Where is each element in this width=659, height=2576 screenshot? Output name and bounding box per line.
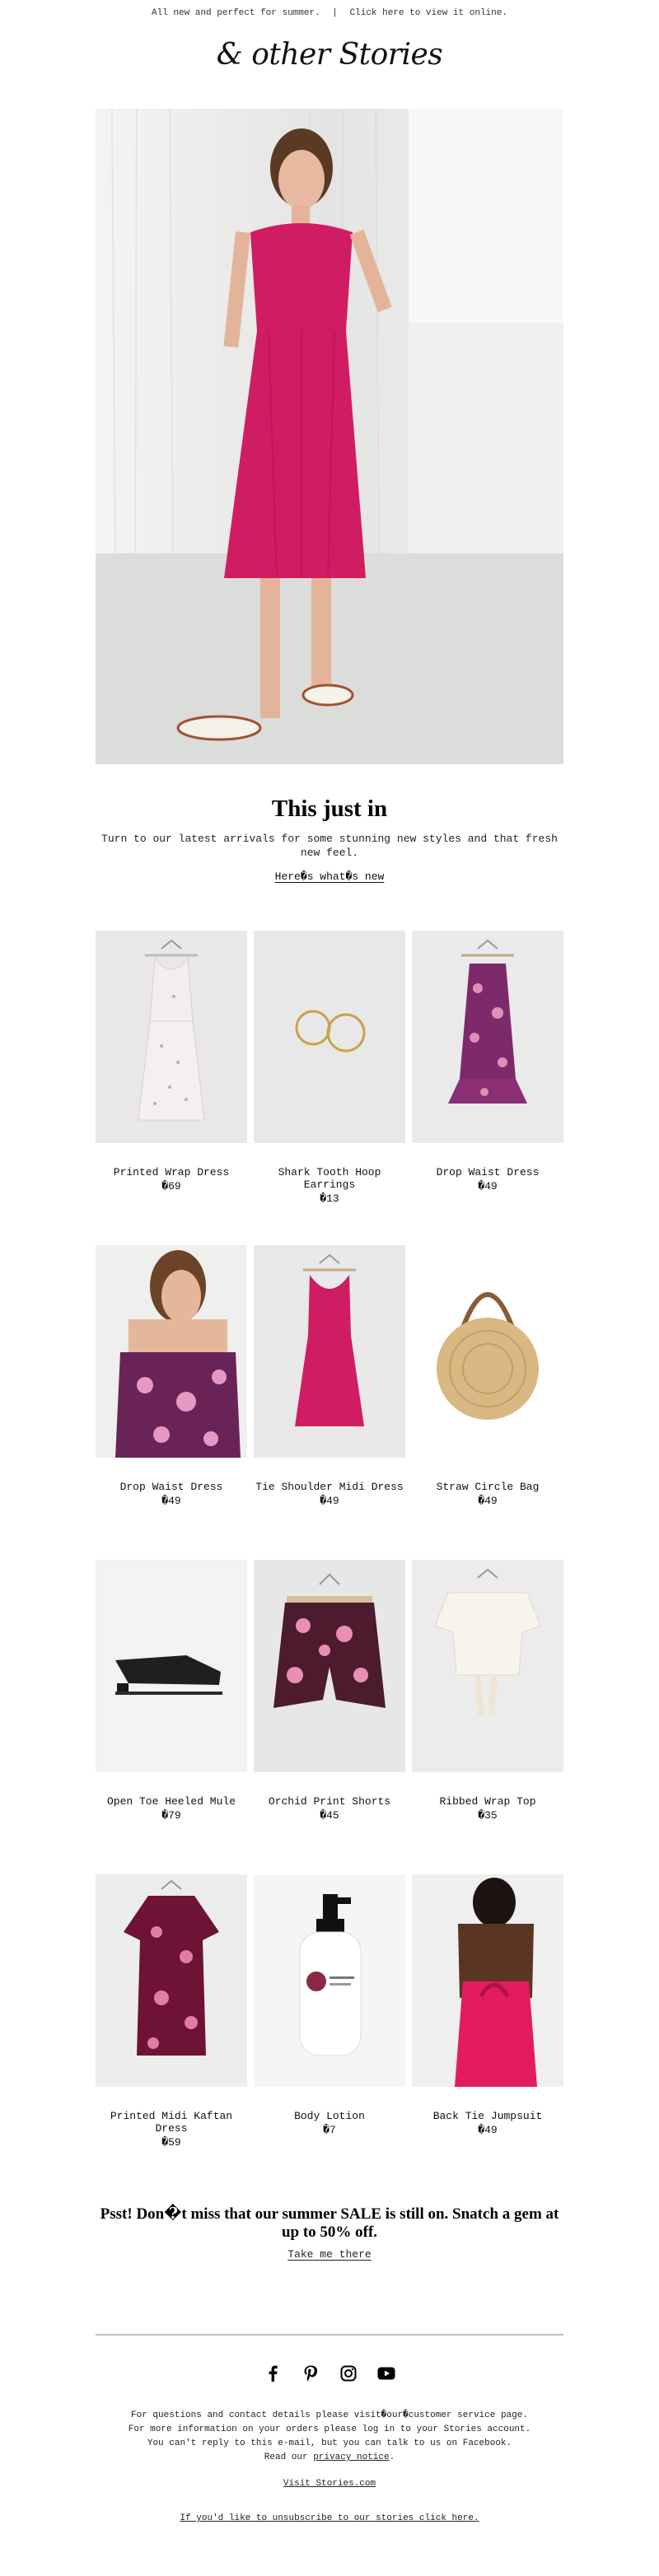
product-name[interactable]: Back Tie Jumpsuit [412,2110,563,2122]
product-price: �59 [161,2136,181,2149]
product-name[interactable]: Body Lotion [254,2110,405,2122]
preheader-text: All new and perfect for summer. [152,8,320,18]
product-card[interactable]: Shark Tooth Hoop Earrings �13 [254,931,405,1205]
product-price: �69 [161,1180,181,1192]
product-image-heeled-mule[interactable] [96,1560,247,1772]
product-name[interactable]: Open Toe Heeled Mule [96,1795,247,1808]
hero-image[interactable] [96,109,563,764]
footer-line: For more information on your orders plea… [128,2424,531,2434]
footer-line: You can't reply to this e-mail, but you … [147,2438,512,2448]
instagram-icon[interactable] [339,2364,358,2383]
product-price: �7 [323,2124,336,2136]
product-card[interactable]: Printed Midi Kaftan Dress �59 [96,1874,247,2149]
product-card[interactable]: Body Lotion �7 [254,1874,405,2136]
product-card[interactable]: Ribbed Wrap Top �35 [412,1560,563,1822]
product-card[interactable]: Open Toe Heeled Mule �79 [96,1560,247,1822]
sale-link-wrap: Take me there [0,2248,659,2261]
product-card[interactable]: Straw Circle Bag �49 [412,1245,563,1507]
product-name[interactable]: Printed Midi Kaftan Dress [96,2110,247,2135]
product-image-hoop-earrings[interactable] [254,931,405,1143]
product-image-kaftan-dress[interactable] [96,1874,247,2087]
facebook-icon[interactable] [263,2364,283,2383]
product-price: �49 [161,1495,181,1507]
brand-logo[interactable]: & other Stories [0,38,659,72]
product-name[interactable]: Tie Shoulder Midi Dress [254,1481,405,1493]
product-name[interactable]: Drop Waist Dress [96,1481,247,1493]
take-me-there-link[interactable]: Take me there [287,2248,371,2261]
unsubscribe-wrap: If you'd like to unsubscribe to our stor… [0,2513,659,2523]
footer-line: Read our privacy notice. [96,2451,563,2465]
product-price: �49 [478,1495,498,1507]
product-image-printed-wrap-dress[interactable] [96,931,247,1143]
product-name[interactable]: Shark Tooth Hoop Earrings [254,1166,405,1191]
product-name[interactable]: Ribbed Wrap Top [412,1795,563,1808]
preheader-separator: | [332,8,338,18]
product-card[interactable]: Back Tie Jumpsuit �49 [412,1874,563,2136]
privacy-prefix: Read our [264,2452,314,2462]
product-price: �49 [478,1180,498,1192]
product-price: �13 [320,1192,339,1205]
product-image-straw-circle-bag[interactable] [412,1245,563,1458]
intro-headline: This just in [271,796,388,822]
product-price: �49 [478,2124,498,2136]
pinterest-icon[interactable] [301,2364,320,2383]
intro-body: Turn to our latest arrivals for some stu… [101,833,558,859]
footer-divider [96,2334,563,2336]
unsubscribe-link[interactable]: If you'd like to unsubscribe to our stor… [180,2513,479,2523]
product-card[interactable]: Orchid Print Shorts �45 [254,1560,405,1822]
product-image-ribbed-wrap-top[interactable] [412,1560,563,1772]
whats-new-link-wrap: Here�s what�s new [0,870,659,883]
product-price: �79 [161,1809,181,1822]
email-page: All new and perfect for summer. | Click … [0,0,659,2576]
preheader: All new and perfect for summer. | Click … [0,8,659,18]
footer-line: For questions and contact details please… [131,2410,528,2420]
product-image-tie-shoulder-dress[interactable] [254,1245,405,1458]
social-links [0,2364,659,2385]
product-card[interactable]: Drop Waist Dress �49 [96,1245,247,1507]
product-name[interactable]: Straw Circle Bag [412,1481,563,1493]
visit-link-wrap: Visit Stories.com [0,2479,659,2489]
sale-message: Psst! Don�t miss that our summer SALE is… [100,2205,559,2241]
product-image-back-tie-jumpsuit[interactable] [412,1874,563,2087]
view-online-link[interactable]: Click here to view it online. [350,8,507,18]
whats-new-link[interactable]: Here�s what�s new [275,870,385,883]
product-name[interactable]: Drop Waist Dress [412,1166,563,1178]
product-image-body-lotion[interactable] [254,1874,405,2087]
privacy-suffix: . [389,2452,395,2462]
product-price: �35 [478,1809,498,1822]
product-name[interactable]: Orchid Print Shorts [254,1795,405,1808]
visit-stories-link[interactable]: Visit Stories.com [283,2479,376,2489]
product-image-model-floral-top[interactable] [96,1245,247,1458]
footer-info: For questions and contact details please… [96,2409,563,2465]
product-price: �45 [320,1809,339,1822]
product-image-drop-waist-dress[interactable] [412,931,563,1143]
youtube-icon[interactable] [376,2364,396,2383]
product-price: �49 [320,1495,339,1507]
product-card[interactable]: Printed Wrap Dress �69 [96,931,247,1192]
product-name[interactable]: Printed Wrap Dress [96,1166,247,1178]
product-card[interactable]: Drop Waist Dress �49 [412,931,563,1192]
product-image-orchid-print-shorts[interactable] [254,1560,405,1772]
product-card[interactable]: Tie Shoulder Midi Dress �49 [254,1245,405,1507]
privacy-notice-link[interactable]: privacy notice [313,2452,389,2462]
